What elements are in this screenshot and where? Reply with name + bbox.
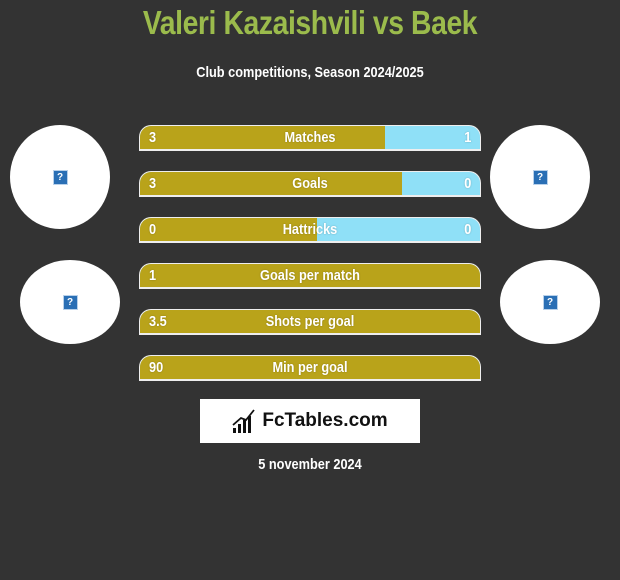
report-date: 5 november 2024 [258,456,362,473]
competition-subtitle: Club competitions, Season 2024/2025 [196,64,424,81]
left-value: 3.5 [149,313,167,330]
unknown-image-icon: ? [542,294,558,310]
stat-row-matches: 3 Matches 1 [139,125,481,151]
left-value: 1 [149,267,157,284]
stat-label: Hattricks [282,221,338,238]
stat-label: Goals per match [260,267,360,284]
left-value: 0 [149,221,157,238]
left-value: 3 [149,175,157,192]
right-value: 1 [463,129,471,146]
left-value: 90 [149,359,164,376]
club-right-logo: ? [500,260,600,344]
player-left-avatar: ? [10,125,110,229]
stat-row-shots-per-goal: 3.5 Shots per goal [139,309,481,335]
stat-label: Min per goal [272,359,348,376]
stat-row-goals: 3 Goals 0 [139,171,481,197]
stat-row-min-per-goal: 90 Min per goal [139,355,481,381]
stat-label: Goals [292,175,328,192]
left-value: 3 [149,129,157,146]
page-title: Valeri Kazaishvili vs Baek [142,4,478,41]
unknown-image-icon: ? [62,294,78,310]
stat-label: Matches [284,129,336,146]
unknown-image-icon: ? [532,169,548,185]
right-value: 0 [463,221,471,238]
bar-chart-icon [232,409,256,433]
logo-text: FcTables.com [262,410,388,431]
stat-label: Shots per goal [265,313,355,330]
right-value: 0 [463,175,471,192]
player-right-avatar: ? [490,125,590,229]
club-left-logo: ? [20,260,120,344]
stat-row-goals-per-match: 1 Goals per match [139,263,481,289]
stat-row-hattricks: 0 Hattricks 0 [139,217,481,243]
fctables-logo[interactable]: FcTables.com [200,399,420,443]
unknown-image-icon: ? [52,169,68,185]
